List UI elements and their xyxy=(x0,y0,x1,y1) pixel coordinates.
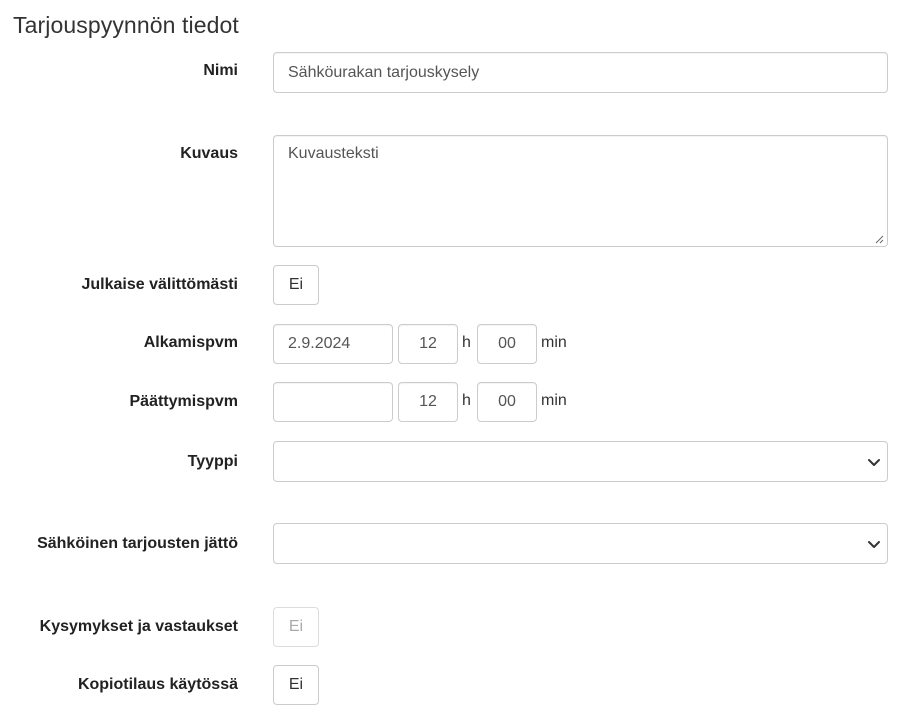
qa-label: Kysymykset ja vastaukset xyxy=(39,618,238,635)
name-label: Nimi xyxy=(203,62,238,79)
end-minute-input[interactable] xyxy=(477,382,537,422)
electronic-bidding-label: Sähköinen tarjousten jättö xyxy=(37,535,238,552)
chevron-down-icon xyxy=(868,459,880,466)
copy-order-toggle[interactable]: Ei xyxy=(273,665,319,705)
page-title: Tarjouspyynnön tiedot xyxy=(13,12,239,38)
publish-now-toggle[interactable]: Ei xyxy=(273,265,319,305)
start-minute-unit: min xyxy=(541,334,567,351)
type-select[interactable] xyxy=(273,441,888,482)
start-hour-unit: h xyxy=(462,334,471,351)
description-label: Kuvaus xyxy=(180,145,238,162)
electronic-bidding-select[interactable] xyxy=(273,523,888,564)
chevron-down-icon xyxy=(868,541,880,548)
publish-now-label: Julkaise välittömästi xyxy=(81,276,238,293)
start-date-label: Alkamispvm xyxy=(143,334,238,351)
end-hour-unit: h xyxy=(462,392,471,409)
name-input[interactable] xyxy=(273,52,888,93)
start-hour-input[interactable] xyxy=(398,324,458,364)
copy-order-label: Kopiotilaus käytössä xyxy=(77,676,238,693)
description-textarea[interactable]: Kuvausteksti xyxy=(273,135,888,247)
start-minute-input[interactable] xyxy=(477,324,537,364)
start-date-input[interactable] xyxy=(273,324,393,364)
resize-grip-icon[interactable] xyxy=(874,234,884,244)
end-date-label: Päättymispvm xyxy=(129,393,239,410)
type-label: Tyyppi xyxy=(187,453,238,470)
end-hour-input[interactable] xyxy=(398,382,458,422)
end-minute-unit: min xyxy=(541,392,567,409)
qa-toggle[interactable]: Ei xyxy=(273,607,319,647)
end-date-input[interactable] xyxy=(273,382,393,422)
